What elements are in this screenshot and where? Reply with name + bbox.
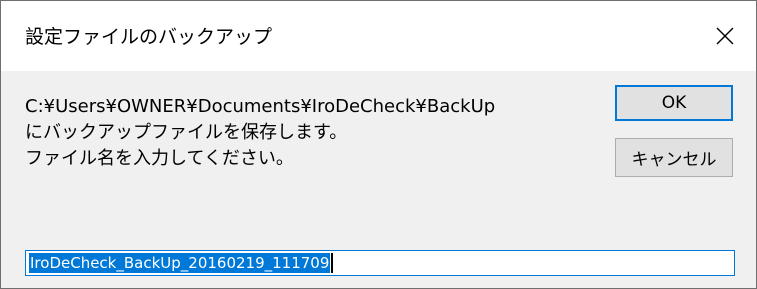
filename-input[interactable]: IroDeCheck_BackUp_20160219_111709 (25, 250, 735, 276)
filename-selected-text: IroDeCheck_BackUp_20160219_111709 (29, 253, 331, 273)
message-line-path: C:¥Users¥OWNER¥Documents¥IroDeCheck¥Back… (25, 96, 496, 117)
ok-button[interactable]: OK (615, 85, 733, 121)
close-icon (716, 27, 734, 45)
message-line-save: にバックアップファイルを保存します。 (25, 122, 348, 143)
text-caret (331, 253, 334, 273)
dialog-message: C:¥Users¥OWNER¥Documents¥IroDeCheck¥Back… (25, 94, 495, 172)
close-button[interactable] (694, 1, 756, 71)
title-bar[interactable]: 設定ファイルのバックアップ (1, 1, 756, 71)
dialog-title: 設定ファイルのバックアップ (25, 26, 273, 48)
backup-dialog: 設定ファイルのバックアップ C:¥Users¥OWNER¥Documents¥I… (0, 0, 757, 289)
message-line-prompt: ファイル名を入力してください。 (25, 148, 294, 169)
cancel-button[interactable]: キャンセル (615, 138, 733, 177)
